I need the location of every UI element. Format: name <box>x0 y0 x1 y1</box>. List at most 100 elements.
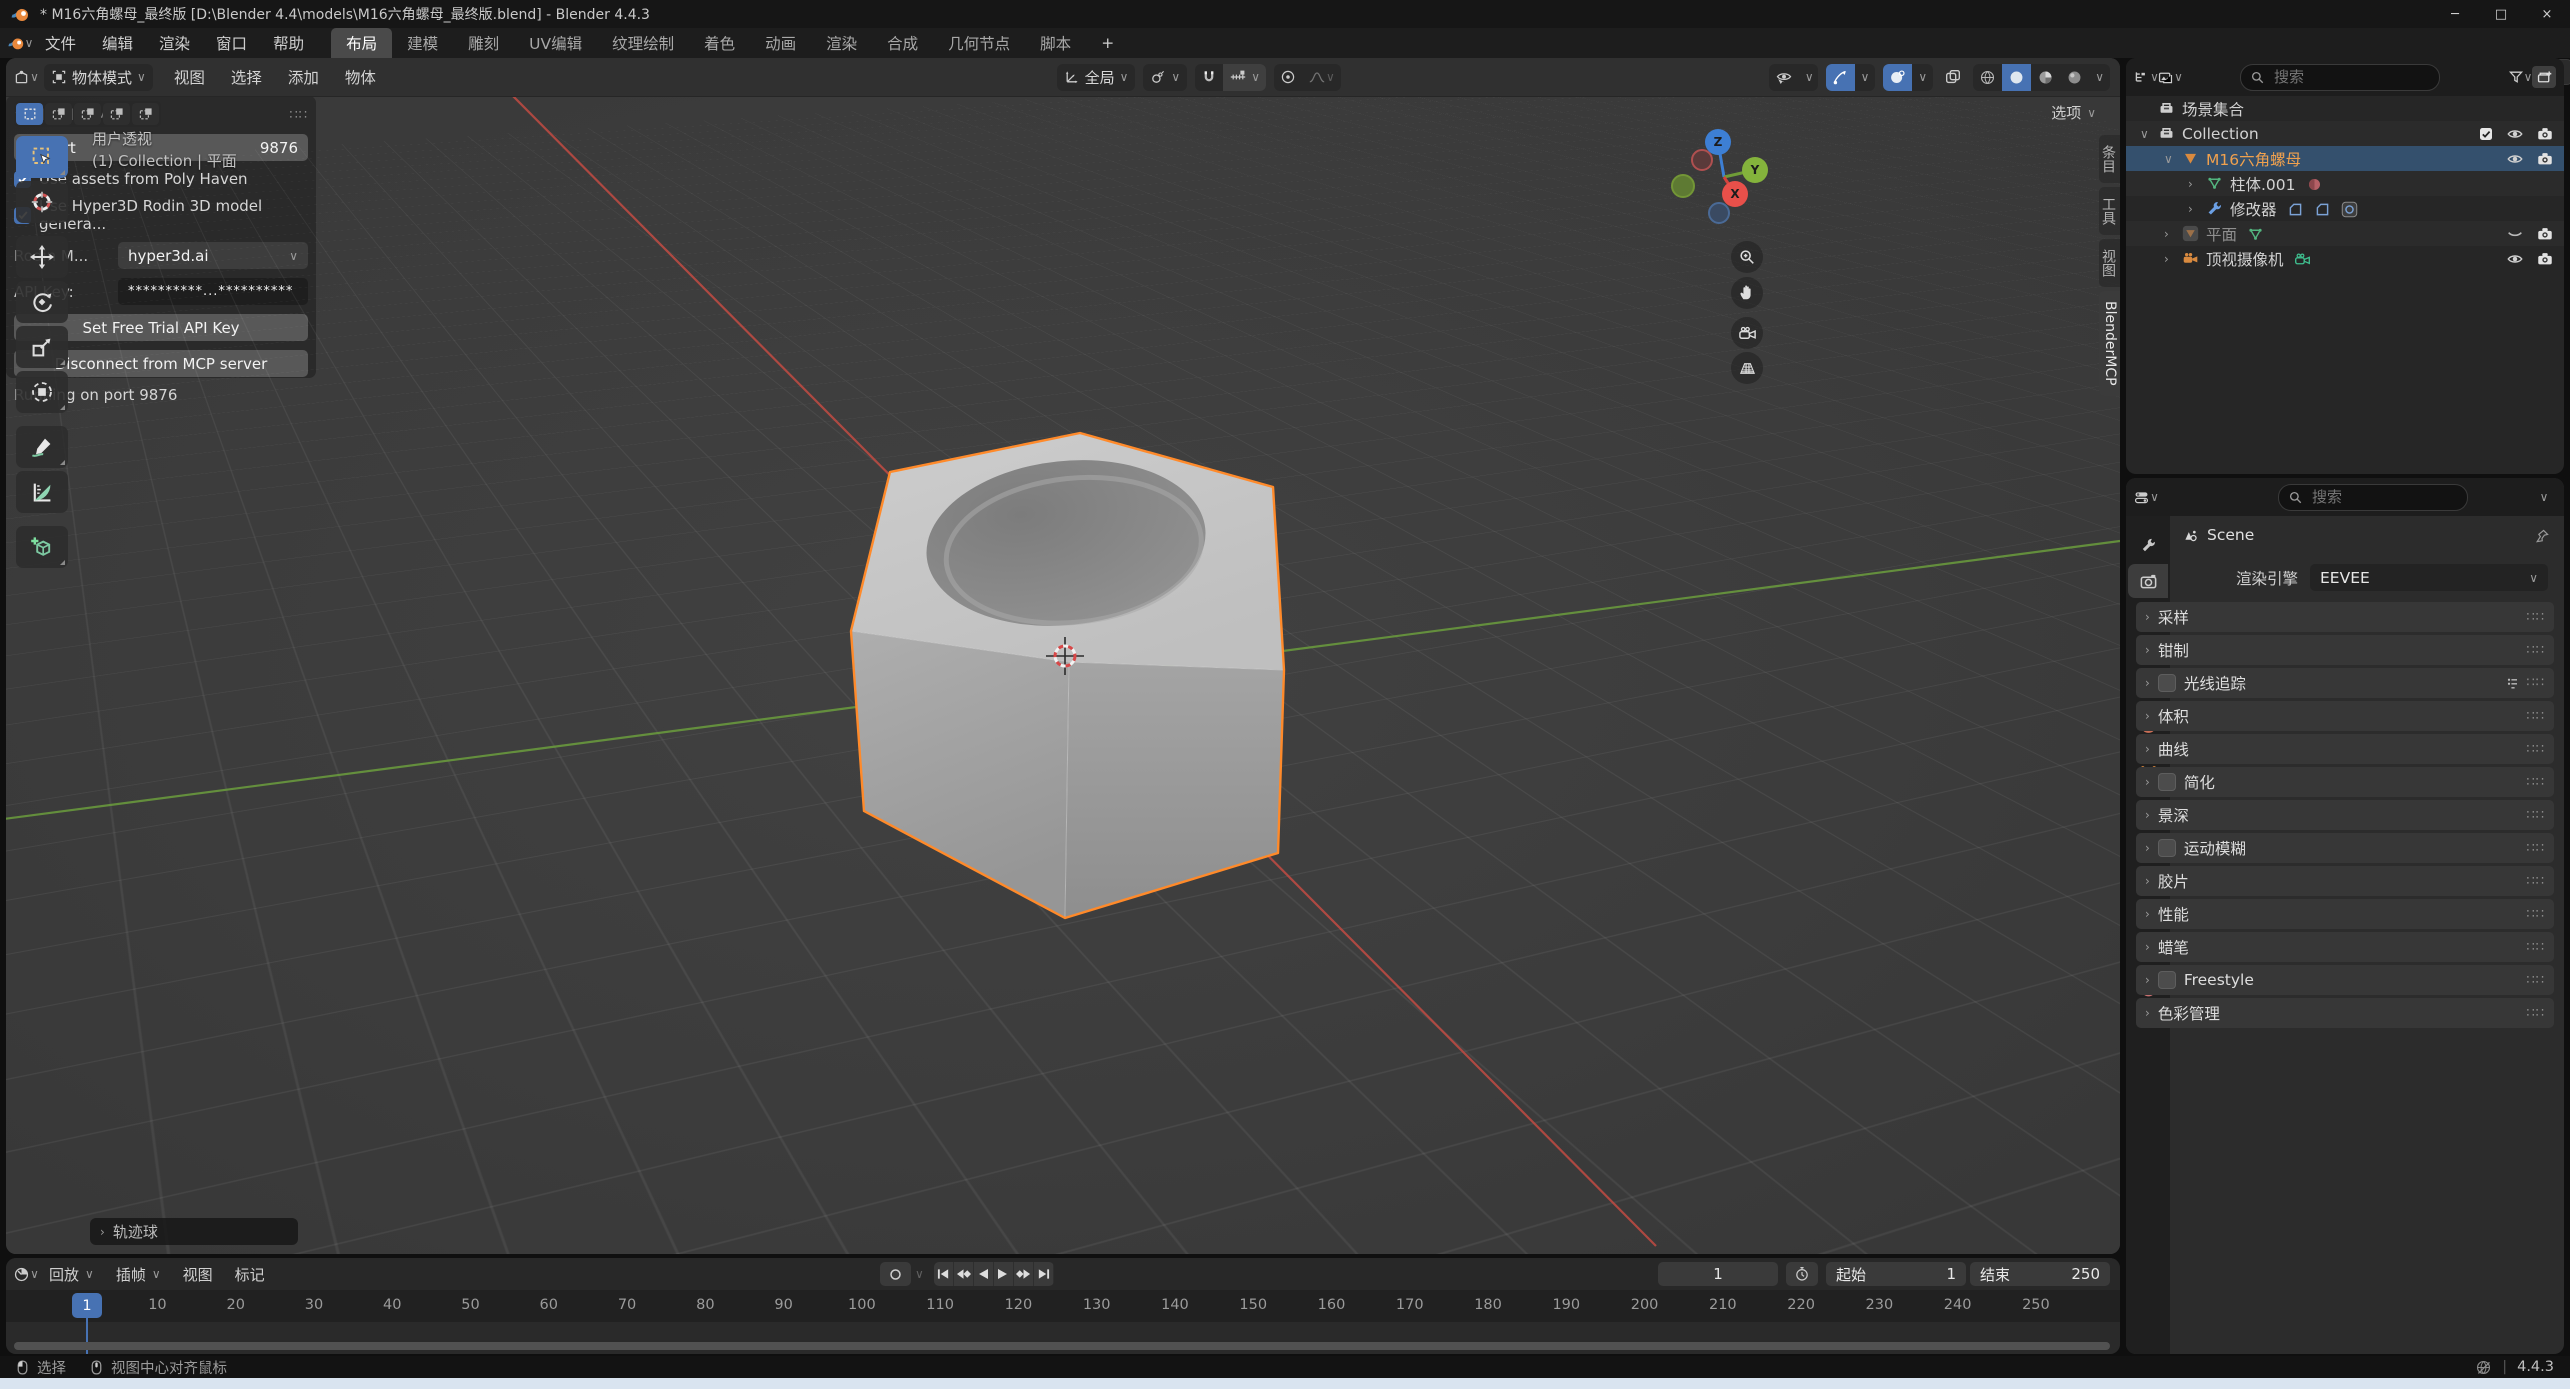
outliner-row-2[interactable]: ∨M16六角螺母 <box>2126 146 2564 171</box>
play-button[interactable] <box>994 1262 1014 1286</box>
pan-button[interactable] <box>1731 277 1763 309</box>
shading-rendered[interactable] <box>2060 64 2089 91</box>
properties-panel-row-8[interactable]: ›胶片∷∷ <box>2136 866 2554 896</box>
outliner-row-6[interactable]: ›顶视摄像机 <box>2126 246 2564 271</box>
gizmo-y-axis[interactable]: Y <box>1742 157 1768 183</box>
hide-toggle[interactable] <box>2506 124 2524 143</box>
shading-dropdown[interactable]: ∨ <box>2089 64 2110 91</box>
play-reverse-button[interactable] <box>974 1262 994 1286</box>
properties-panel-row-5[interactable]: ›简化∷∷ <box>2136 767 2554 797</box>
proportional-editing[interactable]: ∨ <box>1274 64 1341 91</box>
viewport-menu-0[interactable]: 视图 <box>161 66 218 88</box>
timeline-menu-2[interactable]: 视图 <box>172 1264 224 1285</box>
snap-controls[interactable]: ∨ <box>1195 64 1266 91</box>
render-visibility-toggle[interactable] <box>2536 149 2554 168</box>
move-tool[interactable] <box>16 236 68 278</box>
menu-0[interactable]: 文件 <box>32 30 89 56</box>
render-engine-dropdown[interactable]: EEVEE ∨ <box>2310 564 2548 591</box>
current-frame-indicator[interactable]: 1 <box>72 1293 102 1318</box>
overlays-toggle[interactable] <box>1883 64 1912 91</box>
shading-material[interactable] <box>2031 64 2060 91</box>
sidebar-tab-0[interactable]: 条目 <box>2099 135 2120 183</box>
mode-dropdown[interactable]: 物体模式 ∨ <box>44 64 153 91</box>
chevron-down-icon[interactable]: ∨ <box>2164 153 2182 165</box>
display-mode-button[interactable]: ∨ <box>2158 66 2182 88</box>
panel-checkbox[interactable] <box>2158 839 2176 857</box>
outliner-row-1[interactable]: ∨Collection <box>2126 121 2564 146</box>
filter-button[interactable]: ∨ <box>2508 66 2532 88</box>
timeline-ruler[interactable]: 1020304050607080901001101201301401501601… <box>6 1290 2120 1322</box>
hide-toggle[interactable] <box>2506 224 2524 243</box>
snap-target[interactable]: ∨ <box>1223 64 1266 91</box>
outliner-row-0[interactable]: 场景集合 <box>2126 96 2564 121</box>
chevron-right-icon[interactable]: › <box>2164 253 2182 265</box>
select-box-tool[interactable] <box>16 136 68 178</box>
shading-wireframe[interactable] <box>1973 64 2002 91</box>
menu-2[interactable]: 渲染 <box>146 30 203 56</box>
properties-panel-row-7[interactable]: ›运动模糊∷∷ <box>2136 833 2554 863</box>
select-extend-button[interactable] <box>45 103 72 125</box>
workspace-tab-2[interactable]: 雕刻 <box>453 28 514 58</box>
gizmo-z-axis[interactable]: Z <box>1705 129 1731 155</box>
navigation-gizmo[interactable]: Z Y X <box>1660 116 1790 246</box>
properties-options-dropdown[interactable]: ∨ <box>2532 486 2556 508</box>
camera-view-button[interactable] <box>1731 317 1763 349</box>
outliner-row-5[interactable]: ›平面 <box>2126 221 2564 246</box>
visibility-dropdown[interactable]: ∨ <box>1769 64 1818 91</box>
record-button[interactable] <box>880 1262 911 1286</box>
snap-toggle[interactable] <box>1195 64 1223 91</box>
gizmo-dropdown[interactable]: ∨ <box>1855 64 1876 91</box>
annotate-tool[interactable] <box>16 426 68 468</box>
scale-tool[interactable] <box>16 326 68 368</box>
gizmo-toggle[interactable] <box>1826 64 1855 91</box>
timeline-menu-1[interactable]: 插帧∨ <box>105 1264 172 1285</box>
panel-checkbox[interactable] <box>2158 773 2176 791</box>
properties-panel-row-2[interactable]: ›光线追踪 ∷∷ <box>2136 668 2554 698</box>
properties-search[interactable] <box>2278 484 2468 511</box>
workspace-tab-8[interactable]: 合成 <box>872 28 933 58</box>
new-collection-button[interactable] <box>2532 66 2556 88</box>
select-intersect-button[interactable] <box>132 103 159 125</box>
chevron-right-icon[interactable]: › <box>2164 228 2182 240</box>
menu-1[interactable]: 编辑 <box>89 30 146 56</box>
measure-tool[interactable] <box>16 471 68 513</box>
chevron-right-icon[interactable]: › <box>2188 203 2206 215</box>
properties-panel-row-9[interactable]: ›性能∷∷ <box>2136 899 2554 929</box>
pivot-dropdown[interactable]: ∨ <box>1143 64 1187 91</box>
properties-panel-row-10[interactable]: ›蜡笔∷∷ <box>2136 932 2554 962</box>
properties-panel-row-11[interactable]: ›Freestyle∷∷ <box>2136 965 2554 995</box>
add-workspace-button[interactable]: + <box>1086 28 1129 58</box>
chevron-right-icon[interactable]: › <box>2188 178 2206 190</box>
viewport-menu-1[interactable]: 选择 <box>218 66 275 88</box>
properties-panel-row-1[interactable]: ›钳制∷∷ <box>2136 635 2554 665</box>
select-subtract-button[interactable] <box>74 103 101 125</box>
editor-type-button[interactable]: ∨ <box>14 1263 38 1285</box>
menu-4[interactable]: 帮助 <box>260 30 317 56</box>
select-invert-button[interactable] <box>103 103 130 125</box>
frame-end-field[interactable]: 结束250 <box>1970 1262 2110 1286</box>
outliner-search-input[interactable] <box>2272 67 2376 87</box>
gizmo-x-axis[interactable]: X <box>1722 181 1748 207</box>
workspace-tab-4[interactable]: 纹理绘制 <box>597 28 689 58</box>
properties-panel-row-3[interactable]: ›体积∷∷ <box>2136 701 2554 731</box>
panel-checkbox[interactable] <box>2158 674 2176 692</box>
orientation-dropdown[interactable]: 全局∨ <box>1057 64 1136 91</box>
blender-menu-button[interactable]: ∨ <box>8 32 32 54</box>
operator-panel[interactable]: ›轨迹球 <box>90 1218 298 1245</box>
prev-keyframe-button[interactable] <box>954 1262 974 1286</box>
cursor-tool[interactable] <box>16 181 68 223</box>
workspace-tab-1[interactable]: 建模 <box>392 28 453 58</box>
properties-panel-row-4[interactable]: ›曲线∷∷ <box>2136 734 2554 764</box>
render-visibility-toggle[interactable] <box>2536 124 2554 143</box>
properties-panel-row-0[interactable]: ›采样∷∷ <box>2136 602 2554 632</box>
menu-3[interactable]: 窗口 <box>203 30 260 56</box>
hide-toggle[interactable] <box>2506 149 2524 168</box>
workspace-tab-9[interactable]: 几何节点 <box>933 28 1025 58</box>
timeline-menu-3[interactable]: 标记 <box>224 1264 276 1285</box>
workspace-tab-6[interactable]: 动画 <box>750 28 811 58</box>
render-visibility-toggle[interactable] <box>2536 249 2554 268</box>
chevron-down-icon[interactable]: ∨ <box>2140 128 2158 140</box>
workspace-tab-7[interactable]: 渲染 <box>811 28 872 58</box>
workspace-tab-5[interactable]: 着色 <box>689 28 750 58</box>
collection-checkbox[interactable] <box>2478 125 2494 143</box>
